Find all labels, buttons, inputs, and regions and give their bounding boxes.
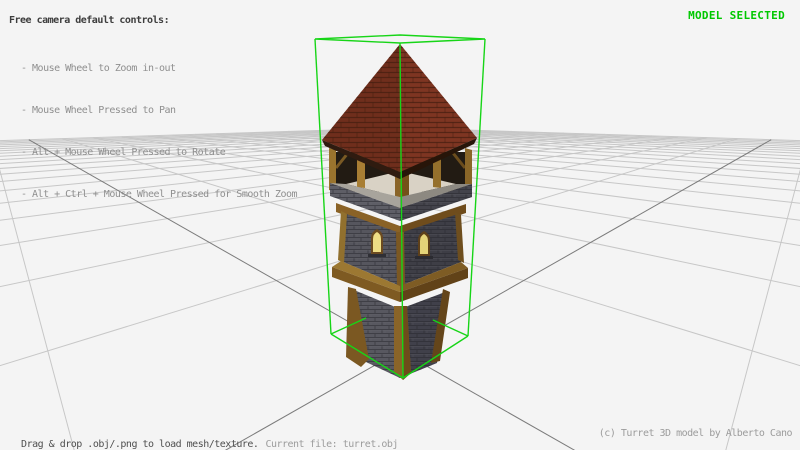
bounding-box-edge-left: [315, 39, 331, 334]
corner-trim-front: [396, 232, 405, 287]
window-glow: [420, 234, 428, 254]
camera-controls-help: - Mouse Wheel to Zoom in-out - Mouse Whe…: [21, 37, 297, 216]
model-viewer-app: { "hud": { "help": { "title": "Free came…: [0, 0, 800, 450]
model-selected-status: MODEL SELECTED: [688, 9, 785, 22]
footer-bar: Drag & drop .obj/.png to load mesh/textu…: [10, 428, 398, 450]
bounding-box-top: [315, 35, 485, 43]
drop-hint-label: Drag & drop .obj/.png to load mesh/textu…: [21, 439, 258, 450]
help-item-smooth-zoom: - Alt + Ctrl + Mouse Wheel Pressed for S…: [21, 185, 297, 205]
help-title: Free camera default controls:: [9, 15, 169, 26]
help-item-zoom: - Mouse Wheel to Zoom in-out: [21, 59, 297, 79]
window-sill: [415, 256, 433, 259]
model-credit-label: (c) Turret 3D model by Alberto Cano: [599, 428, 792, 439]
window-glow: [373, 232, 381, 252]
grid-line: [236, 133, 800, 450]
window-sill: [368, 254, 386, 257]
help-item-pan: - Mouse Wheel Pressed to Pan: [21, 101, 297, 121]
current-file-label: Current file: turret.obj: [265, 439, 398, 450]
help-item-rotate: - Alt + Mouse Wheel Pressed to Rotate: [21, 143, 297, 163]
